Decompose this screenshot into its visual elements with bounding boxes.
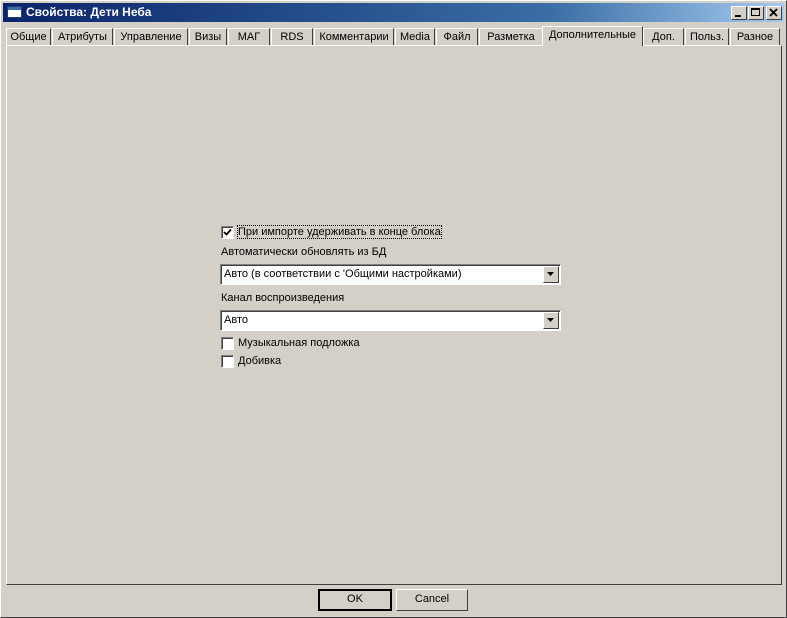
playback-channel-select[interactable]: Авто: [220, 310, 561, 331]
minimize-icon: [735, 15, 741, 17]
chevron-down-icon: [547, 272, 554, 276]
ok-button[interactable]: OK: [318, 589, 392, 611]
close-button[interactable]: [766, 6, 782, 20]
chevron-down-icon: [547, 318, 554, 322]
tab-comments[interactable]: Комментарии: [314, 28, 394, 45]
auto-update-dropdown-button[interactable]: [543, 266, 559, 283]
tab-rds[interactable]: RDS: [271, 28, 313, 45]
cancel-button[interactable]: Cancel: [396, 589, 468, 611]
tab-visas[interactable]: Визы: [189, 28, 227, 45]
tab-attributes[interactable]: Атрибуты: [52, 28, 113, 45]
tab-general[interactable]: Общие: [6, 28, 51, 45]
tab-control[interactable]: Управление: [114, 28, 188, 45]
tab-file[interactable]: Файл: [436, 28, 478, 45]
tab-panel-additional: При импорте удерживать в конце блока Авт…: [6, 45, 782, 585]
playback-channel-dropdown-button[interactable]: [543, 312, 559, 329]
auto-update-select[interactable]: Авто (в соответствии с 'Общими настройка…: [220, 264, 561, 285]
tab-misc[interactable]: Разное: [730, 28, 780, 45]
filler-label: Добивка: [238, 355, 282, 367]
auto-update-value: Авто (в соответствии с 'Общими настройка…: [224, 268, 462, 280]
playback-channel-label: Канал воспроизведения: [221, 292, 345, 304]
tab-user[interactable]: Польз.: [685, 28, 729, 45]
maximize-icon: [751, 8, 760, 16]
auto-update-label: Автоматически обновлять из БД: [221, 246, 387, 258]
tab-markup[interactable]: Разметка: [479, 28, 543, 45]
music-bed-checkbox[interactable]: [221, 337, 234, 350]
tab-additional[interactable]: Дополнительные: [542, 26, 643, 46]
close-icon: [769, 8, 778, 17]
hold-at-block-end-label[interactable]: При импорте удерживать в конце блока: [237, 225, 442, 239]
filler-checkbox[interactable]: [221, 355, 234, 368]
tab-mag[interactable]: МАГ: [228, 28, 270, 45]
music-bed-label: Музыкальная подложка: [238, 337, 360, 349]
playback-channel-value: Авто: [224, 314, 248, 326]
tab-media[interactable]: Media: [395, 28, 435, 45]
properties-window: Свойства: Дети Неба Общие Атрибуты Управ…: [0, 0, 787, 618]
tab-extra[interactable]: Доп.: [643, 28, 684, 45]
window-icon: [7, 6, 22, 18]
title-bar[interactable]: Свойства: Дети Неба: [3, 3, 784, 22]
checkmark-icon: [223, 228, 232, 236]
hold-at-block-end-checkbox[interactable]: [221, 226, 234, 239]
maximize-button[interactable]: [748, 6, 764, 20]
tab-strip: Общие Атрибуты Управление Визы МАГ RDS К…: [6, 26, 782, 46]
minimize-button[interactable]: [731, 6, 747, 20]
window-title: Свойства: Дети Неба: [26, 5, 152, 19]
